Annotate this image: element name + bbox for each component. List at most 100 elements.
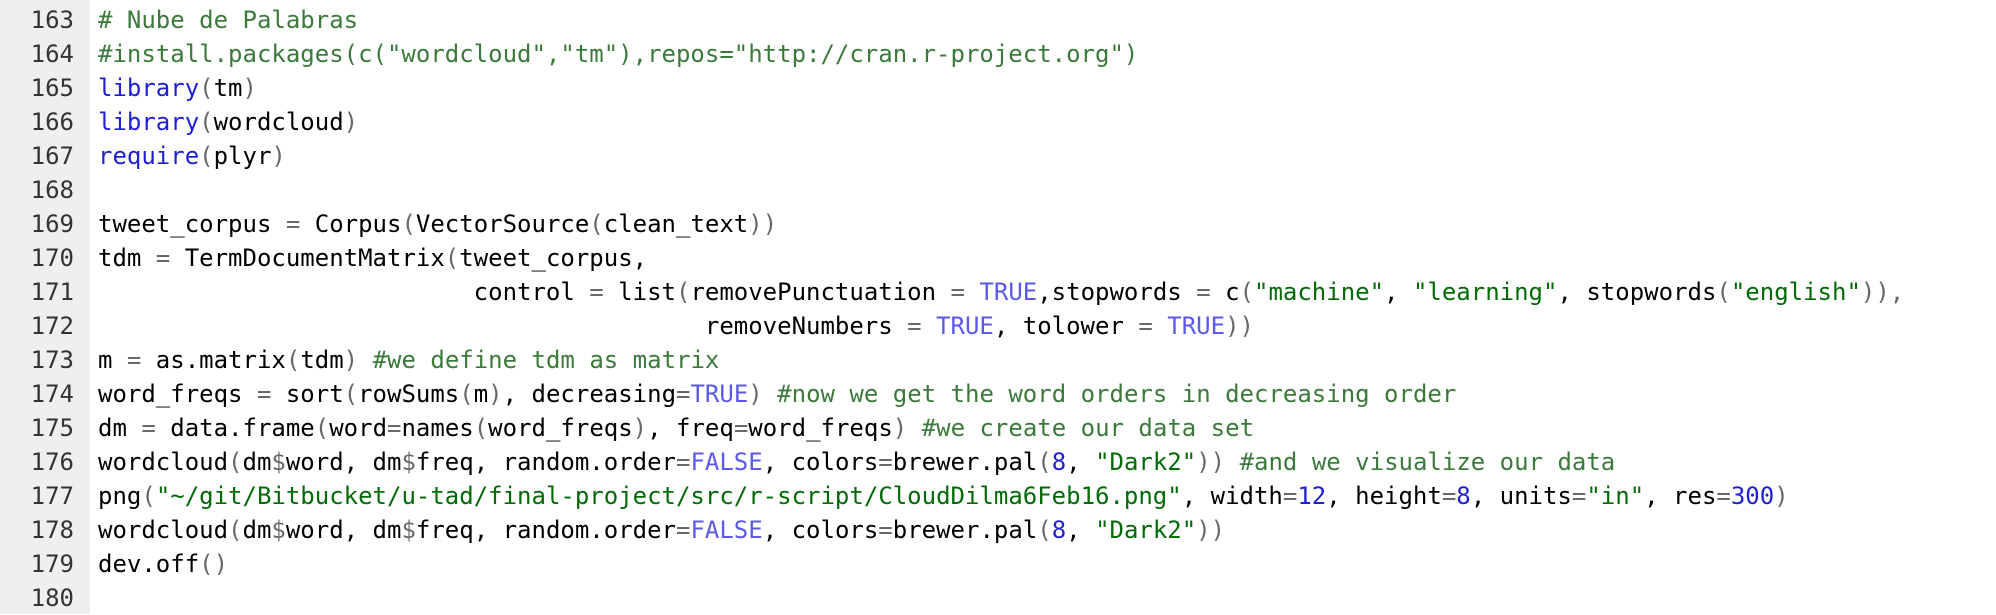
code-token-plain: as.matrix xyxy=(141,346,286,374)
code-token-plain: dm xyxy=(242,516,272,544)
code-token-plain: , xyxy=(1066,516,1096,544)
code-token-const: TRUE xyxy=(936,312,994,340)
code-token-op: ( xyxy=(473,414,489,442)
code-area[interactable]: # Nube de Palabras #install.packages(c("w… xyxy=(90,0,1996,614)
code-token-op: = xyxy=(733,414,749,442)
code-token-op: ( xyxy=(228,448,243,476)
code-line[interactable] xyxy=(98,581,1996,614)
code-token-plain: tdm xyxy=(300,346,344,374)
code-line[interactable]: require(plyr) xyxy=(98,139,1996,173)
code-token-plain: m xyxy=(98,346,127,374)
code-token-keyword: library xyxy=(98,108,200,136)
line-number: 163 xyxy=(30,6,74,34)
code-token-plain: wordcloud xyxy=(98,448,229,476)
code-token-op: ) xyxy=(343,346,359,374)
code-token-op: ( xyxy=(459,380,474,408)
code-token-plain: plyr xyxy=(213,142,272,170)
code-token-string: "Dark2" xyxy=(1095,516,1197,544)
code-token-plain: c xyxy=(1210,278,1240,306)
code-token-op: )) xyxy=(1196,448,1226,476)
code-token-op: = xyxy=(1716,482,1731,510)
code-token-op: ( xyxy=(1037,516,1052,544)
code-line[interactable]: dev.off() xyxy=(98,547,1996,581)
line-number: 178 xyxy=(30,516,74,544)
code-token-keyword: require xyxy=(98,142,200,170)
code-token-op: $ xyxy=(401,448,416,476)
code-token-op: $ xyxy=(271,448,286,476)
code-token-op: ( xyxy=(314,414,330,442)
line-number: 180 xyxy=(30,584,74,612)
code-token-op: ( xyxy=(228,516,243,544)
code-token-op: ( xyxy=(199,74,214,102)
line-number: 179 xyxy=(30,550,74,578)
line-number: 166 xyxy=(30,108,74,136)
code-token-plain: dm xyxy=(242,448,272,476)
code-token-keyword: library xyxy=(98,74,200,102)
code-token-op: ( xyxy=(675,278,691,306)
code-token-op: = xyxy=(126,346,142,374)
code-token-plain: , freq xyxy=(647,414,734,442)
code-token-op: ( xyxy=(401,210,416,238)
code-line[interactable]: dm = data.frame(word=names(word_freqs), … xyxy=(98,411,1996,445)
code-line[interactable]: control = list(removePunctuation = TRUE,… xyxy=(98,275,1996,309)
code-line[interactable]: wordcloud(dm$word, dm$freq, random.order… xyxy=(98,513,1996,547)
code-token-plain: word_freqs xyxy=(98,380,257,408)
code-token-op: ( xyxy=(1239,278,1254,306)
code-token-op: = xyxy=(1196,278,1211,306)
code-token-op: ) xyxy=(488,380,503,408)
code-token-plain: , colors xyxy=(762,448,879,476)
code-token-const: FALSE xyxy=(690,448,763,476)
line-number: 171 xyxy=(30,278,74,306)
code-token-plain: dm xyxy=(98,414,142,442)
code-token-op: $ xyxy=(271,516,286,544)
code-token-op: ( xyxy=(285,346,301,374)
code-token-number: 8 xyxy=(1456,482,1471,510)
code-token-plain: word xyxy=(329,414,388,442)
code-editor[interactable]: 163 164 165 166 167 168 169 170 171 172 173 174 175 1… xyxy=(0,0,1996,614)
code-line[interactable]: #install.packages(c("wordcloud","tm"),re… xyxy=(98,37,1996,71)
code-token-plain: word, dm xyxy=(285,516,402,544)
code-token-plain: , colors xyxy=(762,516,879,544)
code-line[interactable]: library(wordcloud) xyxy=(98,105,1996,139)
code-token-string: "machine" xyxy=(1254,278,1385,306)
code-token-const: TRUE xyxy=(979,278,1038,306)
code-token-string: "in" xyxy=(1586,482,1645,510)
code-token-number: 12 xyxy=(1297,482,1327,510)
code-token-plain: freq, random.order xyxy=(415,516,676,544)
code-token-op: = xyxy=(676,516,691,544)
code-line[interactable]: tweet_corpus = Corpus(VectorSource(clean… xyxy=(98,207,1996,241)
code-token-plain: , height xyxy=(1326,482,1442,510)
code-token-op: ) xyxy=(632,414,648,442)
code-token-op: ) xyxy=(892,414,908,442)
code-line[interactable]: # Nube de Palabras xyxy=(98,3,1996,37)
code-line[interactable]: m = as.matrix(tdm) #we define tdm as mat… xyxy=(98,343,1996,377)
code-line[interactable]: tdm = TermDocumentMatrix(tweet_corpus, xyxy=(98,241,1996,275)
code-token-op: ) xyxy=(343,108,359,136)
code-token-op: ( xyxy=(343,380,359,408)
code-token-string: "learning" xyxy=(1412,278,1558,306)
code-token-op: ( xyxy=(199,108,214,136)
code-line[interactable]: wordcloud(dm$word, dm$freq, random.order… xyxy=(98,445,1996,479)
code-token-plain: sort xyxy=(271,380,344,408)
code-token-string: "~/git/Bitbucket/u-tad/final-project/src… xyxy=(155,482,1182,510)
code-token-op: = xyxy=(676,448,691,476)
code-line[interactable] xyxy=(98,173,1996,207)
code-token-plain: wordcloud xyxy=(213,108,344,136)
code-line[interactable]: removeNumbers = TRUE, tolower = TRUE)) xyxy=(98,309,1996,343)
code-line[interactable]: library(tm) xyxy=(98,71,1996,105)
code-token-op: ) xyxy=(1774,482,1789,510)
code-line[interactable]: png("~/git/Bitbucket/u-tad/final-project… xyxy=(98,479,1996,513)
code-token-op: = xyxy=(387,414,402,442)
code-token-number: 8 xyxy=(1051,516,1067,544)
code-token-const: FALSE xyxy=(690,516,763,544)
line-number: 175 xyxy=(30,414,74,442)
code-token-comment: #now we get the word orders in decreasin… xyxy=(777,380,1457,408)
code-token-comment: #we define tdm as matrix xyxy=(372,346,720,374)
code-line[interactable]: word_freqs = sort(rowSums(m), decreasing… xyxy=(98,377,1996,411)
